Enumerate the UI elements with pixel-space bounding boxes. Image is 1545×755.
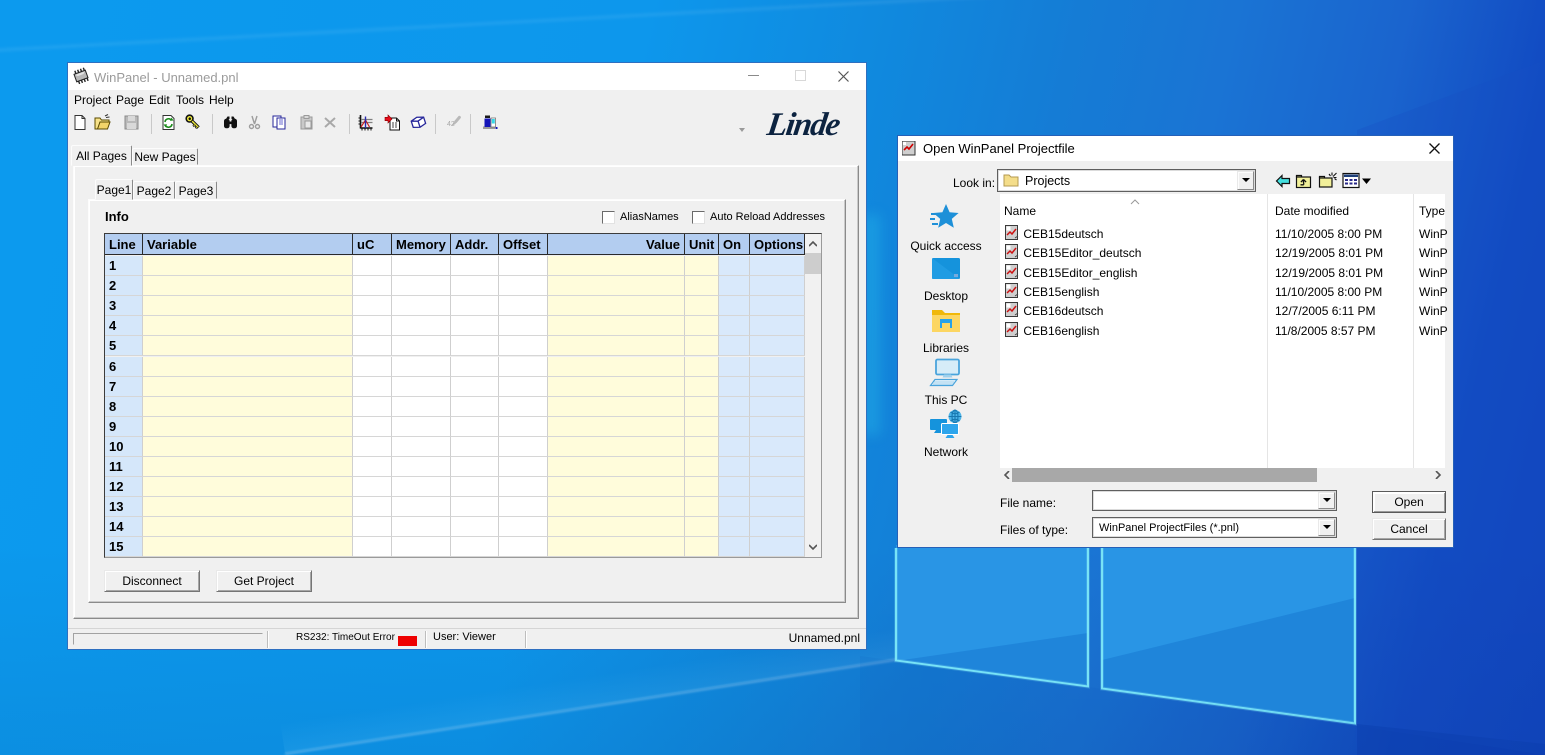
svg-text:Linde: Linde [764,107,842,139]
svg-text:42: 42 [447,121,455,128]
